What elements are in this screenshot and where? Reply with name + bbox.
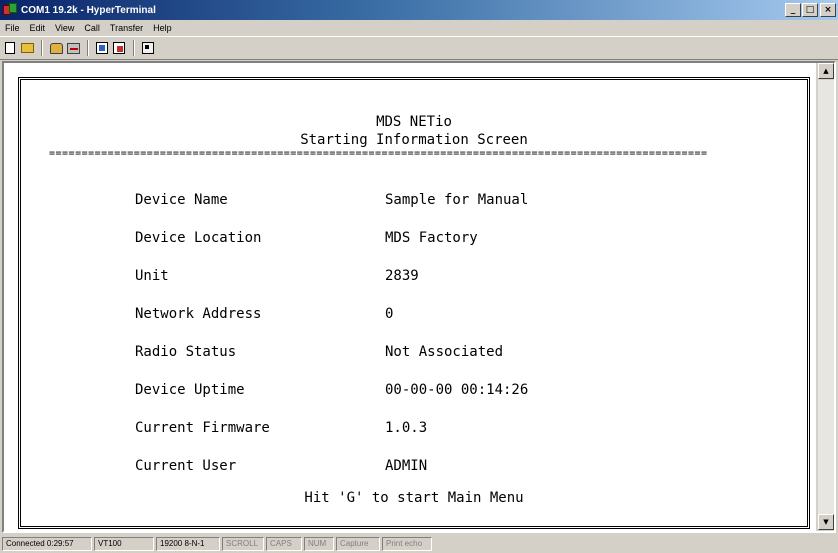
window-title: COM1 19.2k - HyperTerminal [21,4,156,16]
scroll-track[interactable] [818,80,834,514]
receive-file-icon[interactable] [111,40,127,56]
toolbar-separator [41,40,43,56]
device-location-value: MDS Factory [385,230,478,246]
current-user-label: Current User [135,458,237,474]
device-uptime-label: Device Uptime [135,382,245,398]
network-address-value: 0 [385,306,394,322]
scroll-indicator: SCROLL [222,537,264,551]
network-address-label: Network Address [135,306,262,322]
close-button[interactable]: × [820,3,836,17]
properties-icon[interactable] [140,40,156,56]
menu-view[interactable]: View [54,23,75,33]
screen-title: MDS NETio [376,114,452,130]
current-firmware-value: 1.0.3 [385,420,428,436]
screen-subtitle: Starting Information Screen [300,132,528,148]
radio-status-label: Radio Status [135,344,237,360]
open-icon[interactable] [19,40,35,56]
menu-call[interactable]: Call [83,23,101,33]
send-file-icon[interactable] [94,40,110,56]
menu-transfer[interactable]: Transfer [109,23,144,33]
scroll-down-arrow-icon[interactable]: ▼ [818,514,834,530]
window-controls: _ □ × [784,3,836,17]
scroll-up-arrow-icon[interactable]: ▲ [818,63,834,79]
hyperterminal-icon[interactable] [3,3,17,17]
toolbar [0,36,838,60]
menu-file[interactable]: File [4,23,21,33]
port-settings: 19200 8-N-1 [156,537,220,551]
terminal-window[interactable]: MDS NETio Starting Information Screen ==… [4,63,816,531]
disconnect-icon[interactable] [65,40,81,56]
minimize-button[interactable]: _ [785,3,801,17]
menu-help[interactable]: Help [152,23,173,33]
capture-indicator: Capture [336,537,380,551]
toolbar-separator [87,40,89,56]
num-indicator: NUM [304,537,334,551]
connection-time: Connected 0:29:57 [2,537,92,551]
current-user-value: ADMIN [385,458,428,474]
print-echo-indicator: Print echo [382,537,432,551]
vertical-scrollbar[interactable]: ▲ ▼ [816,63,834,531]
menu-bar: File Edit View Call Transfer Help [0,20,838,36]
unit-value: 2839 [385,268,419,284]
caps-indicator: CAPS [266,537,302,551]
title-bar[interactable]: COM1 19.2k - HyperTerminal _ □ × [0,0,838,20]
emulation-type: VT100 [94,537,154,551]
device-location-label: Device Location [135,230,262,246]
info-screen: MDS NETio Starting Information Screen ==… [18,77,810,529]
separator-rule: ========================================… [49,148,708,159]
menu-edit[interactable]: Edit [29,23,47,33]
current-firmware-label: Current Firmware [135,420,270,436]
main-menu-prompt: Hit 'G' to start Main Menu [304,490,524,506]
device-uptime-value: 00-00-00 00:14:26 [385,382,529,398]
new-connection-icon[interactable] [2,40,18,56]
status-bar: Connected 0:29:57 VT100 19200 8-N-1 SCRO… [0,535,838,553]
toolbar-separator [133,40,135,56]
device-name-value: Sample for Manual [385,192,529,208]
maximize-button[interactable]: □ [802,3,818,17]
call-icon[interactable] [48,40,64,56]
terminal-frame: MDS NETio Starting Information Screen ==… [2,61,836,533]
unit-label: Unit [135,268,169,284]
radio-status-value: Not Associated [385,344,504,360]
device-name-label: Device Name [135,192,228,208]
